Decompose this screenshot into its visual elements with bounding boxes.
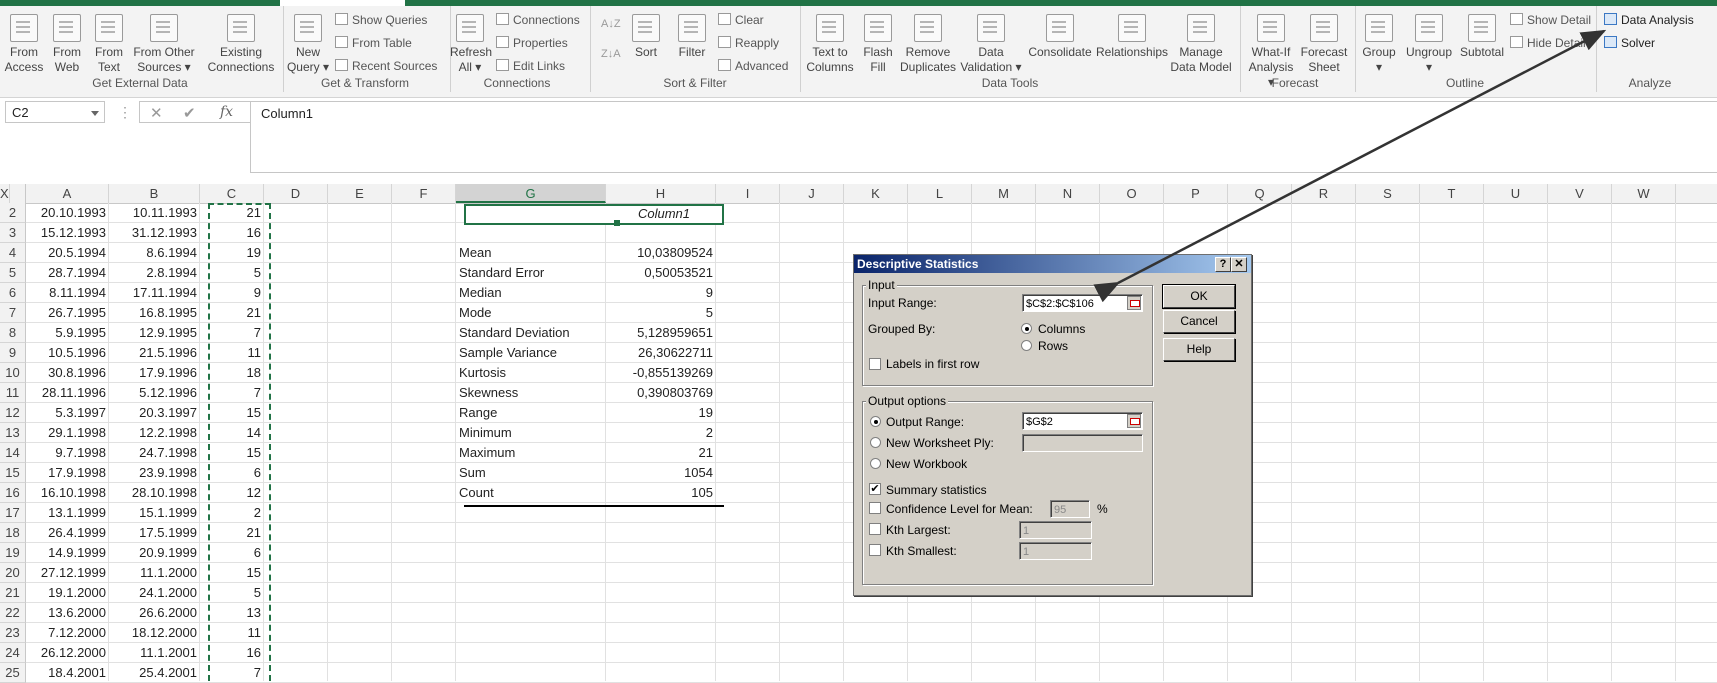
annotation-arrow [1093,29,1607,303]
